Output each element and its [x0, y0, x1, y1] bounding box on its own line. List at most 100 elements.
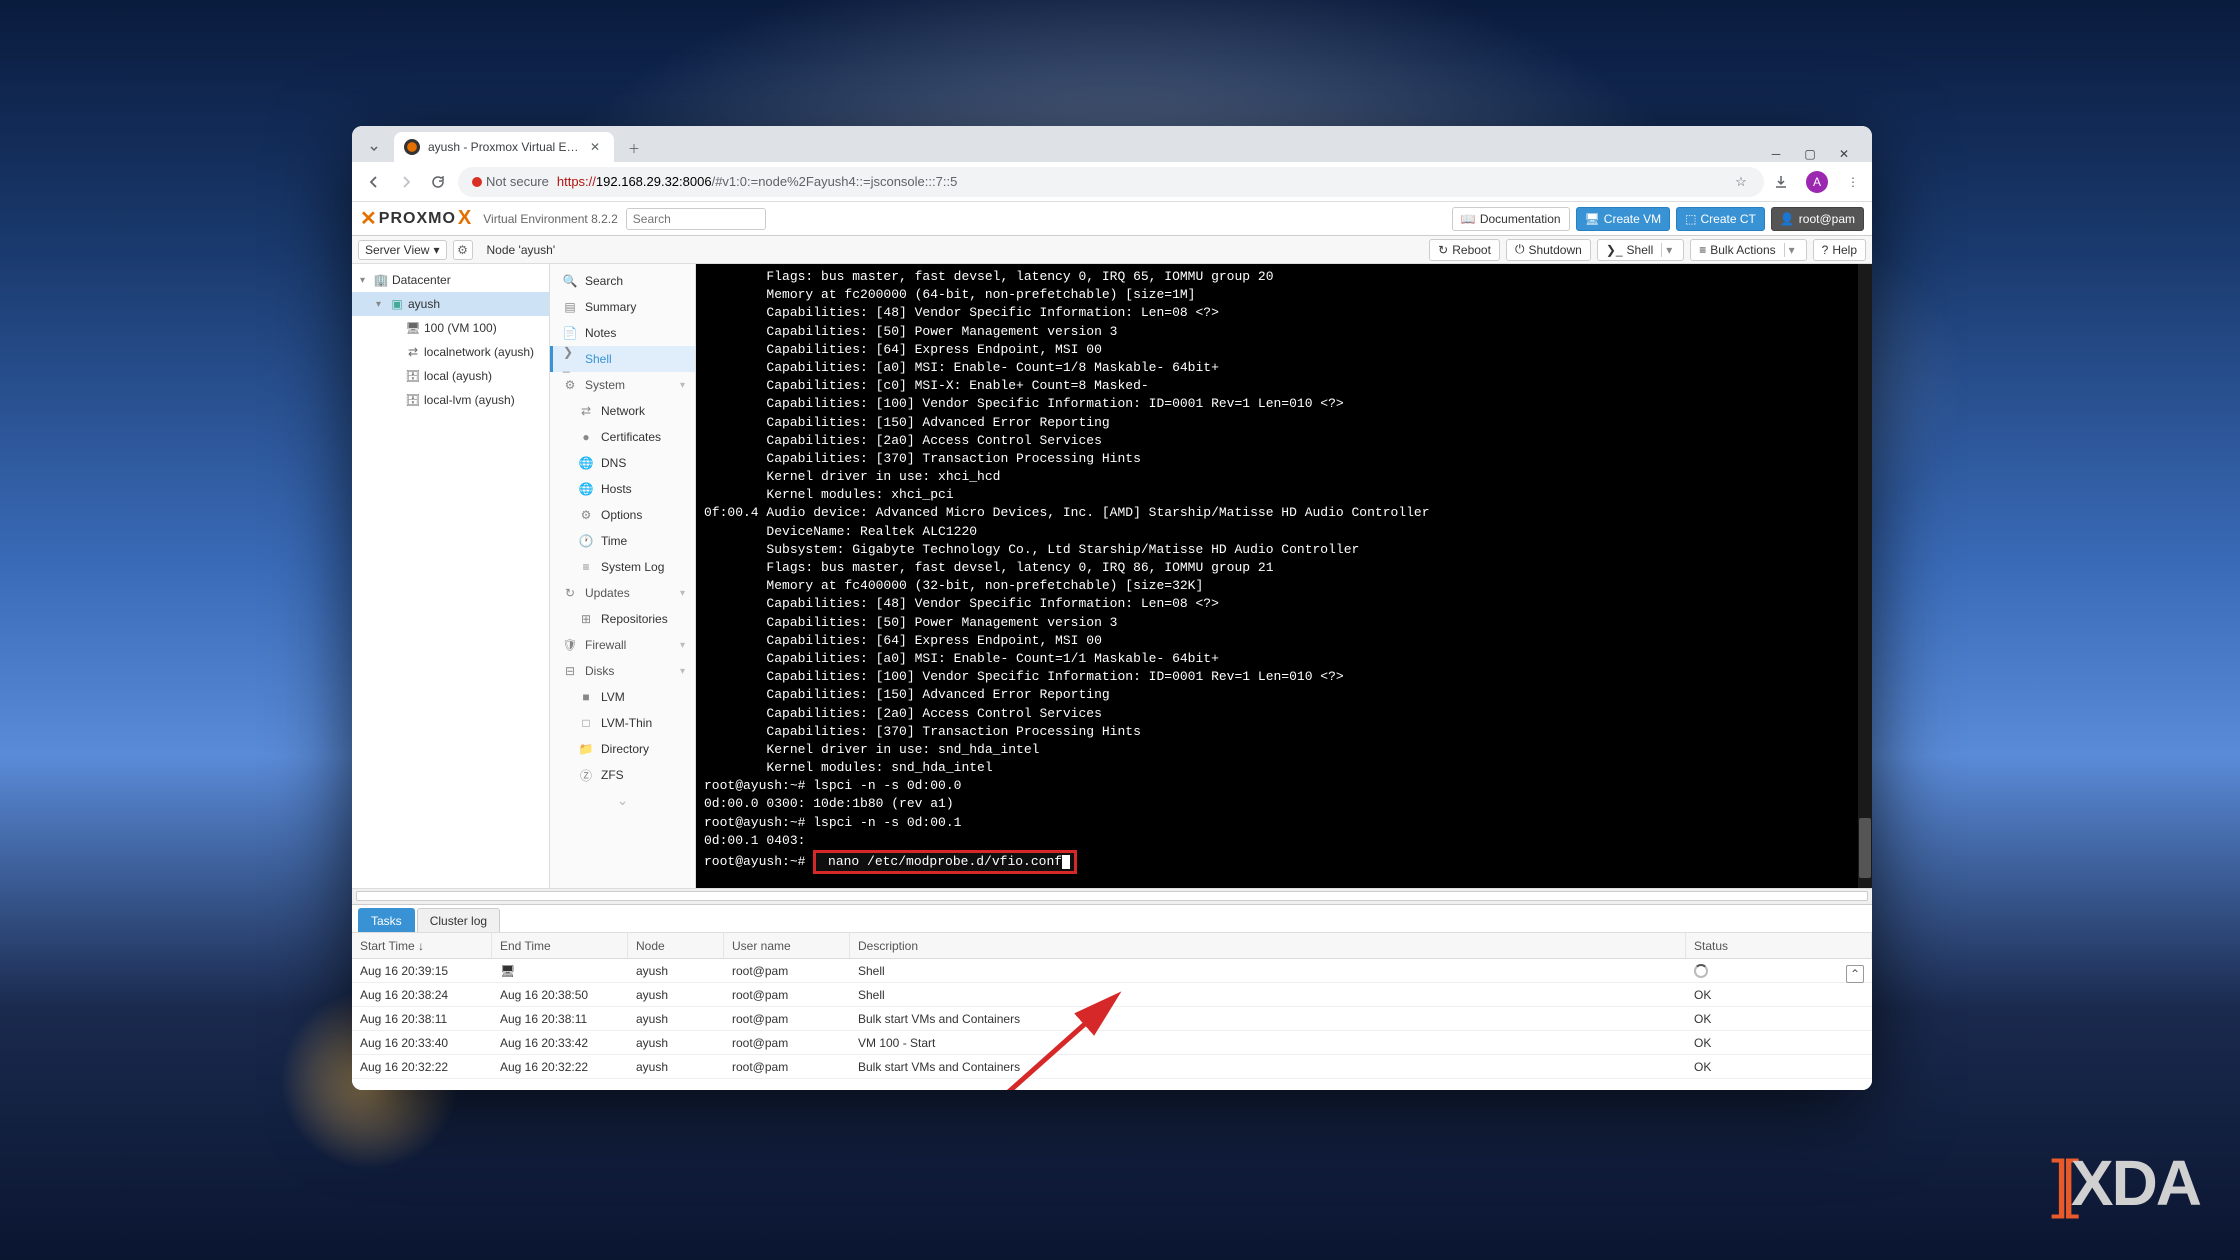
sidemenu-item-firewall[interactable]: 🛡Firewall▾: [550, 632, 695, 658]
sidemenu-item-lvm[interactable]: ■LVM: [550, 684, 695, 710]
resource-tree[interactable]: ▾🏢Datacenter▾▣ayush🖥100 (VM 100)⇄localne…: [352, 264, 550, 888]
sidemenu-item-directory[interactable]: 📁Directory: [550, 736, 695, 762]
col-end-time[interactable]: End Time: [492, 933, 628, 958]
col-user[interactable]: User name: [724, 933, 850, 958]
sidemenu-label: Network: [601, 404, 645, 418]
sidemenu-item-system[interactable]: ⚙System▾: [550, 372, 695, 398]
sidemenu-item-system-log[interactable]: ≡System Log: [550, 554, 695, 580]
sidemenu-item-hosts[interactable]: 🌐Hosts: [550, 476, 695, 502]
url-input[interactable]: Not secure https://192.168.29.32:8006/#v…: [458, 167, 1764, 197]
new-tab-button[interactable]: ＋: [620, 134, 648, 162]
collapse-panel-button[interactable]: ⌃: [1846, 965, 1864, 983]
reload-button[interactable]: [426, 170, 450, 194]
sidemenu-item-search[interactable]: 🔍Search: [550, 268, 695, 294]
sidemenu-item-repositories[interactable]: ⊞Repositories: [550, 606, 695, 632]
bulk-actions-button[interactable]: ≡Bulk Actions▾: [1690, 239, 1806, 261]
col-status[interactable]: Status: [1686, 933, 1872, 958]
downloads-icon[interactable]: [1772, 173, 1790, 191]
tree-item[interactable]: ▾🏢Datacenter: [352, 268, 549, 292]
node-sidemenu[interactable]: 🔍Search▤Summary📄Notes❯_Shell⚙System▾⇄Net…: [550, 264, 696, 888]
tree-item[interactable]: ⇄localnetwork (ayush): [352, 340, 549, 364]
sidemenu-item-certificates[interactable]: ●Certificates: [550, 424, 695, 450]
scroll-more-icon[interactable]: ⌄: [550, 788, 695, 813]
reboot-button[interactable]: ↻Reboot: [1429, 239, 1500, 261]
console-line: Flags: bus master, fast devsel, latency …: [704, 268, 1864, 286]
global-search-input[interactable]: [626, 208, 766, 230]
task-row[interactable]: Aug 16 20:38:24Aug 16 20:38:50ayushroot@…: [352, 983, 1872, 1007]
sidemenu-item-updates[interactable]: ↻Updates▾: [550, 580, 695, 606]
sidemenu-item-options[interactable]: ⚙Options: [550, 502, 695, 528]
help-button[interactable]: ?Help: [1813, 239, 1866, 261]
shutdown-button[interactable]: ⏻Shutdown: [1506, 239, 1591, 261]
tree-settings-button[interactable]: ⚙: [453, 240, 473, 260]
tab-cluster-log[interactable]: Cluster log: [417, 908, 500, 932]
task-row[interactable]: Aug 16 20:33:40Aug 16 20:33:42ayushroot@…: [352, 1031, 1872, 1055]
minimize-icon[interactable]: ─: [1768, 146, 1784, 162]
sidemenu-label: System Log: [601, 560, 664, 574]
tree-caret-icon[interactable]: ▾: [360, 275, 370, 286]
forward-button[interactable]: [394, 170, 418, 194]
search-icon: 🔍: [563, 274, 577, 288]
shell-console[interactable]: Flags: bus master, fast devsel, latency …: [696, 264, 1872, 888]
task-row[interactable]: Aug 16 20:39:15🖥ayushroot@pamShell: [352, 959, 1872, 983]
sidemenu-item-summary[interactable]: ▤Summary: [550, 294, 695, 320]
user-icon: 👤: [1780, 212, 1795, 226]
sidemenu-item-zfs[interactable]: ⓏZFS: [550, 762, 695, 788]
sidemenu-item-lvm-thin[interactable]: □LVM-Thin: [550, 710, 695, 736]
sidemenu-label: System: [585, 378, 625, 392]
sidemenu-item-time[interactable]: 🕐Time: [550, 528, 695, 554]
browser-tab[interactable]: ayush - Proxmox Virtual Enviro ✕: [394, 132, 614, 162]
tab-tasks[interactable]: Tasks: [358, 908, 415, 932]
close-window-icon[interactable]: ✕: [1836, 146, 1852, 162]
tree-item[interactable]: 🖥100 (VM 100): [352, 316, 549, 340]
task-table[interactable]: Start Time ↓ End Time Node User name Des…: [352, 933, 1872, 1090]
col-start-time[interactable]: Start Time ↓: [352, 933, 492, 958]
console-scrollbar[interactable]: [1858, 264, 1872, 888]
tree-item[interactable]: ▾▣ayush: [352, 292, 549, 316]
proxmox-app: ✕ PROXMO X Virtual Environment 8.2.2 📖Do…: [352, 202, 1872, 1090]
profile-avatar[interactable]: A: [1806, 171, 1828, 193]
shell-button[interactable]: ❯_Shell▾: [1597, 239, 1684, 261]
user-menu-button[interactable]: 👤root@pam: [1771, 207, 1864, 231]
chevron-down-icon[interactable]: ▾: [1661, 243, 1675, 257]
chevron-down-icon[interactable]: ▾: [1784, 243, 1798, 257]
star-icon[interactable]: ☆: [1732, 173, 1750, 191]
console-prompt-line[interactable]: root@ayush:~# nano /etc/modprobe.d/vfio.…: [704, 850, 1864, 874]
sidemenu-item-disks[interactable]: ⊟Disks▾: [550, 658, 695, 684]
create-vm-button[interactable]: 🖥Create VM: [1576, 207, 1671, 231]
console-line: Kernel driver in use: snd_hda_intel: [704, 741, 1864, 759]
window-controls: ─ ▢ ✕: [1768, 146, 1864, 162]
menu-icon[interactable]: ⋮: [1844, 173, 1862, 191]
col-node[interactable]: Node: [628, 933, 724, 958]
not-secure-chip[interactable]: Not secure: [472, 174, 549, 189]
xda-bracket-right: ]: [2051, 1146, 2067, 1220]
tree-caret-icon[interactable]: ▾: [376, 299, 386, 310]
maximize-icon[interactable]: ▢: [1802, 146, 1818, 162]
tab-search-dropdown[interactable]: [360, 134, 388, 162]
view-selector[interactable]: Server View▾: [358, 240, 447, 260]
sidemenu-item-network[interactable]: ⇄Network: [550, 398, 695, 424]
tree-item[interactable]: 🗄local-lvm (ayush): [352, 388, 549, 412]
close-tab-icon[interactable]: ✕: [590, 140, 604, 154]
console-line: Capabilities: [370] Transaction Processi…: [704, 450, 1864, 468]
documentation-button[interactable]: 📖Documentation: [1452, 207, 1570, 231]
cert-icon: ●: [579, 430, 593, 444]
task-row[interactable]: Aug 16 20:32:22Aug 16 20:32:22ayushroot@…: [352, 1055, 1872, 1079]
sidemenu-item-shell[interactable]: ❯_Shell: [550, 346, 695, 372]
col-description[interactable]: Description: [850, 933, 1686, 958]
tree-horizontal-scrollbar[interactable]: [352, 888, 1872, 904]
proxmox-subtoolbar: Server View▾ ⚙ Node 'ayush' ↻Reboot ⏻Shu…: [352, 236, 1872, 264]
console-line: Capabilities: [100] Vendor Specific Info…: [704, 668, 1864, 686]
sidemenu-item-dns[interactable]: 🌐DNS: [550, 450, 695, 476]
sidemenu-label: DNS: [601, 456, 626, 470]
tree-item-label: localnetwork (ayush): [424, 345, 534, 359]
sidemenu-item-notes[interactable]: 📄Notes: [550, 320, 695, 346]
back-button[interactable]: [362, 170, 386, 194]
create-ct-button[interactable]: ⬚Create CT: [1676, 207, 1765, 231]
task-row[interactable]: Aug 16 20:38:11Aug 16 20:38:11ayushroot@…: [352, 1007, 1872, 1031]
scrollbar-thumb[interactable]: [1859, 818, 1871, 878]
sidemenu-label: Repositories: [601, 612, 668, 626]
server-green-icon: ▣: [390, 297, 404, 311]
console-line: Kernel modules: xhci_pci: [704, 486, 1864, 504]
tree-item[interactable]: 🗄local (ayush): [352, 364, 549, 388]
